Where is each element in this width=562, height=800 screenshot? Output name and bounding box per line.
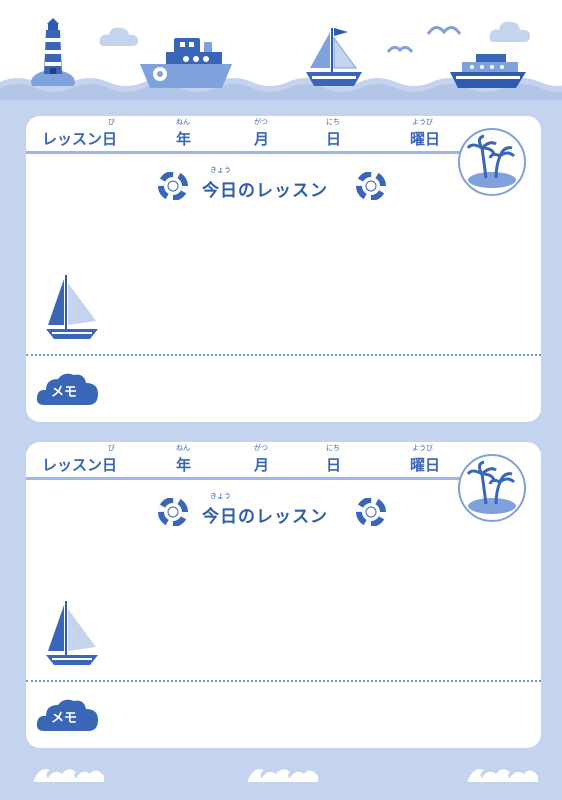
palm-island-icon xyxy=(458,128,526,196)
memo-divider xyxy=(26,354,541,356)
header-divider xyxy=(26,477,466,480)
lesson-title: 今日のレッスン xyxy=(202,181,328,201)
lesson-day-label: レッスン日 xyxy=(42,456,118,474)
sailboat-icon xyxy=(46,601,98,665)
steamship-icon xyxy=(140,38,232,88)
ruby-text: にち xyxy=(326,118,340,126)
ruby-text: ねん xyxy=(176,118,190,126)
month-label: 月 xyxy=(254,130,270,148)
life-ring-icon xyxy=(356,498,386,526)
lesson-card-1: び レッスン日 ねん 年 がつ 月 にち 日 ようび 曜日 きょう 今日のレッス… xyxy=(26,116,541,422)
wave-icon xyxy=(34,769,104,782)
day-label: 日 xyxy=(326,456,342,474)
memo-label: メモ xyxy=(51,385,78,400)
cruise-ship-icon xyxy=(450,54,526,88)
year-label: 年 xyxy=(176,130,192,148)
life-ring-icon xyxy=(158,172,188,200)
lesson-day-label: レッスン日 xyxy=(42,130,118,148)
title-row: きょう 今日のレッスン xyxy=(158,166,388,201)
ruby-text: ねん xyxy=(176,444,190,452)
year-label: 年 xyxy=(176,456,192,474)
lighthouse-icon xyxy=(31,18,75,86)
title-ruby: きょう xyxy=(210,492,231,500)
cloud-icon xyxy=(99,27,138,46)
lesson-note-page: び レッスン日 ねん 年 がつ 月 にち 日 ようび 曜日 きょう 今日のレッス… xyxy=(0,0,562,800)
ruby-text: にち xyxy=(326,444,340,452)
life-ring-icon xyxy=(158,498,188,526)
title-row: きょう 今日のレッスン xyxy=(158,492,388,527)
ruby-text: がつ xyxy=(254,444,268,452)
life-ring-icon xyxy=(356,172,386,200)
cloud-icon xyxy=(489,21,530,42)
header-scene xyxy=(0,0,562,100)
ruby-text: ようび xyxy=(412,444,433,452)
weekday-label: 曜日 xyxy=(410,130,441,148)
wave-icon xyxy=(468,769,538,782)
ruby-text: がつ xyxy=(254,118,268,126)
lesson-title: 今日のレッスン xyxy=(202,507,328,527)
memo-badge: メモ xyxy=(34,369,102,409)
month-label: 月 xyxy=(254,456,270,474)
wave-icon xyxy=(248,769,318,782)
memo-label: メモ xyxy=(51,711,78,726)
header-divider xyxy=(26,151,466,154)
title-ruby: きょう xyxy=(210,166,231,174)
sailboat-icon xyxy=(306,28,362,86)
lesson-card-2: び レッスン日 ねん 年 がつ 月 にち 日 ようび 曜日 きょう 今日のレッス… xyxy=(26,442,541,748)
ruby-text: ようび xyxy=(412,118,433,126)
memo-badge: メモ xyxy=(34,695,102,735)
sailboat-icon xyxy=(46,275,98,339)
palm-island-icon xyxy=(458,454,526,522)
weekday-label: 曜日 xyxy=(410,456,441,474)
ruby-text: び xyxy=(108,118,115,126)
date-header: び レッスン日 ねん 年 がつ 月 にち 日 ようび 曜日 xyxy=(26,116,456,150)
date-header: び レッスン日 ねん 年 がつ 月 にち 日 ようび 曜日 xyxy=(26,442,456,476)
day-label: 日 xyxy=(326,130,342,148)
memo-divider xyxy=(26,680,541,682)
ruby-text: び xyxy=(108,444,115,452)
